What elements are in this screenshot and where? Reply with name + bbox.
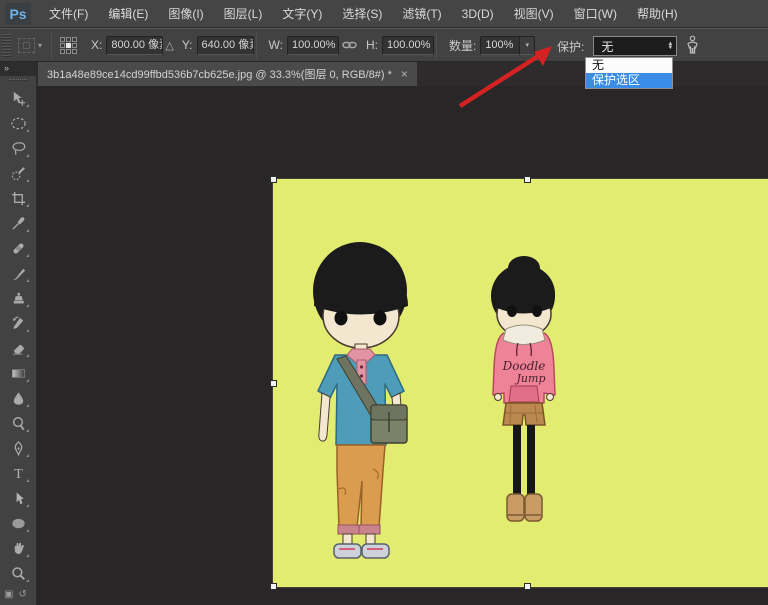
transform-handle-middle-left[interactable]	[270, 380, 277, 387]
chevron-down-icon: ▾	[38, 41, 42, 50]
amount-input[interactable]: 100%	[480, 36, 520, 55]
transform-handle-bottom-left[interactable]	[270, 583, 277, 590]
x-input[interactable]: 800.00 像素	[106, 36, 163, 55]
crop-tool[interactable]	[4, 186, 32, 211]
link-dimensions-icon[interactable]	[342, 40, 357, 50]
height-input[interactable]: 100.00%	[382, 36, 434, 55]
w-label: W:	[269, 38, 283, 52]
history-brush-tool[interactable]	[4, 311, 32, 336]
relative-position-icon[interactable]: △	[165, 39, 173, 52]
hoodie-text-line2: Jump	[515, 372, 546, 385]
transform-handle-bottom-center[interactable]	[524, 583, 531, 590]
close-icon[interactable]: ×	[401, 67, 408, 81]
clone-stamp-tool[interactable]	[4, 286, 32, 311]
h-label: H:	[366, 38, 378, 52]
protect-select[interactable]: 无 ▲▼	[593, 36, 677, 56]
healing-brush-tool[interactable]	[4, 236, 32, 261]
menu-filter[interactable]: 滤镜(T)	[392, 0, 451, 28]
menu-select[interactable]: 选择(S)	[332, 0, 392, 28]
image-layer[interactable]: Doodle Jump	[273, 179, 768, 587]
protect-dropdown-list: 无 保护选区	[585, 57, 673, 89]
protect-skin-tones-icon[interactable]	[686, 35, 699, 58]
toolbar-grip	[0, 76, 36, 83]
tool-bar: »	[0, 62, 37, 605]
width-input[interactable]: 100.00%	[287, 36, 339, 55]
hand-tool[interactable]	[4, 536, 32, 561]
menu-bar: Ps 文件(F) 编辑(E) 图像(I) 图层(L) 文字(Y) 选择(S) 滤…	[0, 0, 768, 28]
reference-point-locator[interactable]	[60, 37, 77, 54]
menu-window[interactable]: 窗口(W)	[564, 0, 627, 28]
protect-selected-value: 无	[601, 38, 613, 55]
type-tool-glyph: T	[14, 466, 23, 482]
toolbar-collapse-button[interactable]: »	[0, 62, 36, 76]
menu-edit[interactable]: 编辑(E)	[98, 0, 158, 28]
eyedropper-tool[interactable]	[4, 211, 32, 236]
girl-figure: Doodle Jump	[491, 256, 555, 521]
menu-help[interactable]: 帮助(H)	[627, 0, 688, 28]
x-label: X:	[91, 38, 102, 52]
document-tab[interactable]: 3b1a48e89ce14cd99ffbd536b7cb625e.jpg @ 3…	[38, 62, 417, 86]
menu-image[interactable]: 图像(I)	[158, 0, 213, 28]
dodge-tool[interactable]	[4, 411, 32, 436]
transform-handle-top-center[interactable]	[524, 176, 531, 183]
transform-tool-icon	[18, 38, 35, 53]
divider	[256, 32, 257, 58]
marquee-tool[interactable]	[4, 111, 32, 136]
divider	[51, 32, 52, 58]
double-chevron-icon: »	[4, 63, 10, 73]
hoodie-text-line1: Doodle	[502, 359, 546, 373]
boy-figure	[313, 242, 408, 558]
screen-mode-icon[interactable]: ↺	[18, 589, 26, 600]
amount-label: 数量:	[449, 37, 476, 54]
blur-tool[interactable]	[4, 386, 32, 411]
menu-file[interactable]: 文件(F)	[39, 0, 98, 28]
menu-3d[interactable]: 3D(D)	[452, 0, 504, 28]
path-selection-tool[interactable]	[4, 486, 32, 511]
tool-preset-picker[interactable]: ▾	[11, 29, 49, 61]
spinner-icon: ▲▼	[667, 42, 673, 50]
lasso-tool[interactable]	[4, 136, 32, 161]
cartoon-artwork: Doodle Jump	[273, 179, 768, 587]
y-input[interactable]: 640.00 像素	[197, 36, 254, 55]
gradient-tool[interactable]	[4, 361, 32, 386]
transform-handle-top-left[interactable]	[270, 176, 277, 183]
quick-selection-tool[interactable]	[4, 161, 32, 186]
move-tool[interactable]	[4, 86, 32, 111]
menu-layer[interactable]: 图层(L)	[214, 0, 273, 28]
ps-logo: Ps	[5, 3, 31, 25]
dropdown-item-none[interactable]: 无	[586, 58, 672, 73]
amount-dropdown-button[interactable]: ▾	[520, 36, 535, 55]
toolbar-footer: ▣ ↺	[0, 586, 36, 600]
dropdown-item-protect-selection[interactable]: 保护选区	[586, 73, 672, 88]
protect-label: 保护:	[557, 38, 584, 55]
options-grip	[2, 33, 11, 57]
document-tab-title: 3b1a48e89ce14cd99ffbd536b7cb625e.jpg @ 3…	[47, 66, 392, 82]
y-label: Y:	[182, 38, 193, 52]
divider	[436, 32, 437, 58]
type-tool[interactable]: T	[4, 461, 32, 486]
pen-tool[interactable]	[4, 436, 32, 461]
photoshop-window: Ps 文件(F) 编辑(E) 图像(I) 图层(L) 文字(Y) 选择(S) 滤…	[0, 0, 768, 605]
menu-view[interactable]: 视图(V)	[504, 0, 564, 28]
shape-tool[interactable]	[4, 511, 32, 536]
chevron-down-icon: ▾	[526, 41, 530, 49]
menu-type[interactable]: 文字(Y)	[272, 0, 332, 28]
brush-tool[interactable]	[4, 261, 32, 286]
quick-mask-icon[interactable]: ▣	[4, 589, 13, 600]
zoom-tool[interactable]	[4, 561, 32, 586]
eraser-tool[interactable]	[4, 336, 32, 361]
